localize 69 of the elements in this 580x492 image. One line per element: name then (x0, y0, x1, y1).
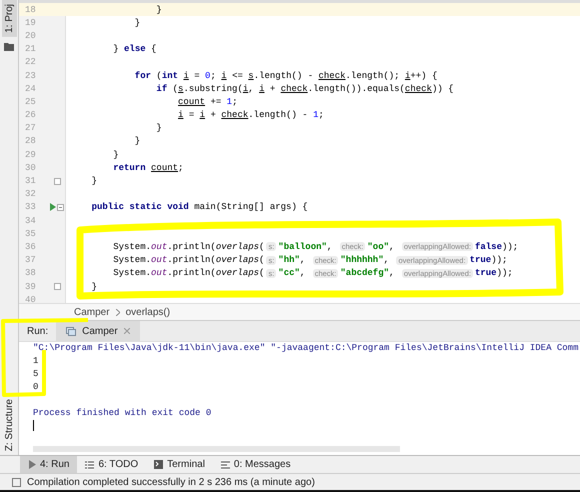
line-number: 40 (24, 294, 37, 303)
fold-icon[interactable] (57, 204, 64, 211)
window-icon (66, 326, 76, 336)
chevron-icon (116, 308, 120, 316)
fold-icon[interactable] (54, 178, 60, 185)
line-number: 35 (24, 228, 37, 240)
line-number: 26 (24, 109, 37, 122)
status-text: Compilation completed successfully in 2 s 236 ms (a minute ago) (27, 476, 315, 488)
lines-icon (220, 460, 230, 468)
code-line: } else { (112, 44, 156, 54)
line-number: 39 (24, 280, 37, 294)
fold-icon[interactable] (54, 283, 60, 290)
tool-tab[interactable]: 6: TODO (77, 456, 146, 473)
run-tab[interactable]: Camper (56, 321, 140, 341)
line-number: 21 (24, 43, 37, 56)
code-line: if (s.substring(i, i + check.length()).equals(check)) { (155, 84, 454, 94)
line-number: 23 (24, 70, 37, 82)
line-number: 18 (24, 4, 37, 16)
code-line: } (134, 18, 140, 28)
structure-tab[interactable]: Z: Structure (2, 394, 16, 455)
code-line: count += 1; (177, 96, 238, 107)
console-line: 1 (33, 355, 40, 368)
console-line: "C:\Program Files\Java\jdk-11\bin\java.exe" "-javaagent:C:\Program Files\JetBrains\IntelliJ IDEA Comm (33, 342, 580, 355)
tool-tab[interactable]: 4: Run (20, 456, 78, 473)
line-number: 36 (24, 240, 37, 254)
line-number: 24 (24, 82, 37, 96)
breadcrumb-item[interactable]: Camper (74, 306, 110, 318)
line-number: 20 (24, 30, 37, 43)
line-number: 33 (24, 201, 37, 214)
line-number: 30 (24, 162, 37, 174)
terminal-icon (154, 460, 164, 469)
close-icon[interactable] (124, 328, 130, 334)
line-number: 34 (24, 214, 37, 228)
line-number: 31 (24, 175, 37, 188)
line-number: 22 (24, 56, 37, 69)
code-line: for (int i = 0; i <= s.length() - check.length(); i++) { (134, 70, 438, 81)
code-line: return count; (112, 162, 184, 173)
project-tab[interactable]: 1: Proj (2, 0, 16, 37)
line-number: 38 (24, 267, 37, 280)
folder-icon (4, 42, 14, 51)
run-icon[interactable] (50, 203, 56, 212)
line-number: 25 (24, 96, 37, 108)
line-number: 32 (24, 188, 37, 201)
code-line: } (155, 4, 162, 15)
run-label: Run: (26, 324, 50, 338)
line-number: 29 (24, 148, 37, 162)
code-line: } (134, 136, 140, 146)
breadcrumb-item[interactable]: overlaps() (126, 306, 170, 318)
line-number: 27 (24, 122, 37, 135)
status-icon[interactable] (12, 478, 21, 486)
console-line: Process finished with exit code 0 (33, 407, 212, 420)
text-cursor (33, 420, 34, 431)
code-line: } (90, 282, 98, 292)
code-line: } (112, 150, 119, 160)
scrollbar[interactable] (33, 446, 400, 452)
console-line: 0 (33, 381, 40, 394)
list-icon (85, 460, 94, 468)
console-line: 5 (33, 368, 40, 381)
code-line: } (155, 123, 162, 134)
play-icon (28, 460, 36, 469)
code-line: } (90, 176, 98, 186)
line-number: 28 (24, 135, 37, 148)
code-line: i = i + check.length() - 1; (177, 110, 324, 120)
code-line: public static void main(String[] args) { (90, 202, 308, 212)
code-editor[interactable] (19, 0, 580, 303)
tool-tab[interactable]: 0: Messages (212, 456, 299, 473)
line-number: 37 (24, 254, 37, 267)
tool-tab[interactable]: Terminal (146, 456, 213, 473)
line-number: 19 (24, 16, 37, 30)
